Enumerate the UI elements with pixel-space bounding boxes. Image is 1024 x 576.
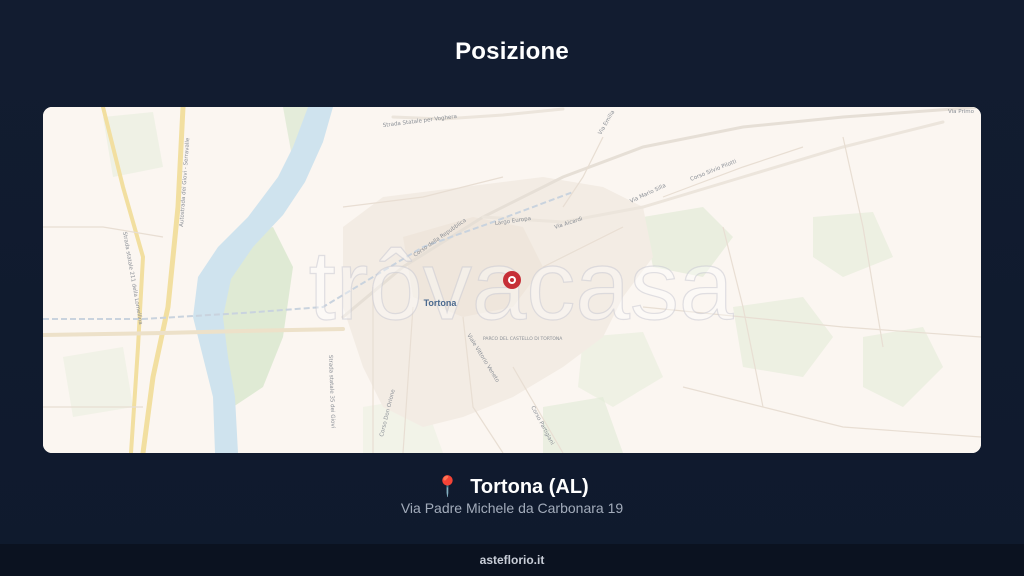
location-title: 📍 Tortona (AL) xyxy=(0,474,1024,499)
map-view[interactable]: Strada Statale per Voghera Via Emilia Co… xyxy=(43,107,981,453)
map-pin-marker[interactable] xyxy=(503,271,521,289)
street-label: Via Primo xyxy=(948,109,975,115)
address-text: Via Padre Michele da Carbonara 19 xyxy=(400,500,624,516)
page-title: Posizione xyxy=(455,38,569,65)
footer-site-link[interactable]: asteflorio.it xyxy=(480,544,545,576)
map-pin-icon: 📍 xyxy=(435,476,461,498)
footer-bar: asteflorio.it xyxy=(0,544,1024,576)
city-label: Tortona xyxy=(424,298,458,308)
place-name: Tortona (AL) xyxy=(470,476,589,498)
map-canvas: Strada Statale per Voghera Via Emilia Co… xyxy=(43,107,981,453)
watermark-logo: trôvacasa xyxy=(309,230,734,340)
